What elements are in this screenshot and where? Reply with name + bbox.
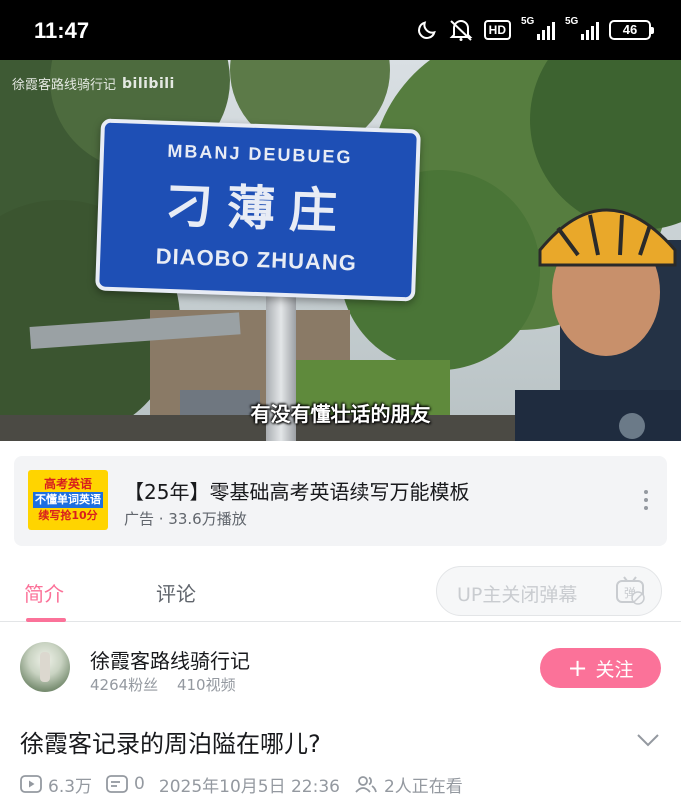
chevron-down-icon[interactable] <box>636 730 660 750</box>
danmaku-count: 0 <box>134 774 145 794</box>
uploader-name[interactable]: 徐霞客路线骑行记 <box>90 645 250 674</box>
tab-intro[interactable]: 简介 <box>24 578 64 607</box>
sign-chinese-text: 刁薄庄 <box>164 177 352 241</box>
danmaku-toggle-icon[interactable]: 弹 <box>615 576 645 606</box>
viewers-icon <box>354 774 378 794</box>
signal-icon: 5G <box>521 16 555 42</box>
view-count: 6.3万 <box>48 776 93 797</box>
tab-bar: 简介 评论 UP主关闭弹幕 弹 <box>0 558 681 622</box>
sign-pinyin-text: DIAOBO ZHUANG <box>155 243 358 276</box>
video-subtitle: 有没有懂壮话的朋友 <box>250 402 431 426</box>
uploader-fans: 4264粉丝 <box>90 676 159 694</box>
network-label: 5G <box>521 16 535 27</box>
follow-button[interactable]: + 关注 <box>540 648 661 688</box>
publish-date: 2025年10月5日 22:36 <box>158 776 340 797</box>
signal-icon: 5G <box>565 16 599 42</box>
status-bar: 11:47 HD 5G 5G 46 <box>0 0 681 60</box>
danmaku-input[interactable]: UP主关闭弹幕 弹 <box>436 566 662 616</box>
uploader-videos: 410视频 <box>176 676 236 694</box>
play-count-icon <box>20 774 42 794</box>
status-time: 11:47 <box>34 18 90 43</box>
plus-icon: + <box>567 654 588 682</box>
danmaku-count-icon <box>106 774 128 794</box>
video-watermark: 徐霞客路线骑行记 bilibili <box>12 74 175 94</box>
video-title: 徐霞客记录的周泊隘在哪儿? <box>20 730 321 758</box>
watermark-channel: 徐霞客路线骑行记 <box>12 78 117 93</box>
uploader-stats: 4264粉丝 410视频 <box>90 674 236 695</box>
hd-icon: HD <box>483 20 511 40</box>
video-player[interactable]: 徐霞客路线骑行记 bilibili MBANJ DEUBUEG 刁薄庄 DIAO… <box>0 60 681 441</box>
more-options-icon[interactable] <box>643 490 649 510</box>
tab-active-indicator <box>26 618 66 622</box>
mute-icon <box>448 18 474 42</box>
avatar[interactable] <box>20 642 70 692</box>
follow-label: 关注 <box>595 658 634 681</box>
ad-meta: 广告 · 33.6万播放 <box>124 510 247 528</box>
ad-thumbnail: 高考英语 不懂单词英语 续写抢10分 <box>28 470 108 530</box>
ad-thumb-line2: 不懂单词英语 <box>33 492 103 508</box>
battery-icon: 46 <box>609 20 654 40</box>
ad-thumb-line3: 续写抢10分 <box>38 509 98 522</box>
status-icons: HD 5G 5G 46 <box>416 16 654 44</box>
bilibili-logo: bilibili <box>122 75 175 92</box>
tab-comments[interactable]: 评论 <box>156 578 196 607</box>
road-sign: MBANJ DEUBUEG 刁薄庄 DIAOBO ZHUANG <box>95 118 421 302</box>
watching-count: 2人正在看 <box>383 776 463 797</box>
moon-icon <box>416 19 438 41</box>
ad-title: 【25年】零基础高考英语续写万能模板 <box>124 480 470 504</box>
network-label: 5G <box>565 16 579 27</box>
ad-card[interactable]: 高考英语 不懂单词英语 续写抢10分 【25年】零基础高考英语续写万能模板 广告… <box>14 456 667 546</box>
ad-thumb-line1: 高考英语 <box>43 477 92 491</box>
video-meta-row: 6.3万 0 2025年10月5日 22:36 2人正在看 <box>20 772 463 797</box>
danmaku-placeholder: UP主关闭弹幕 <box>457 584 578 606</box>
